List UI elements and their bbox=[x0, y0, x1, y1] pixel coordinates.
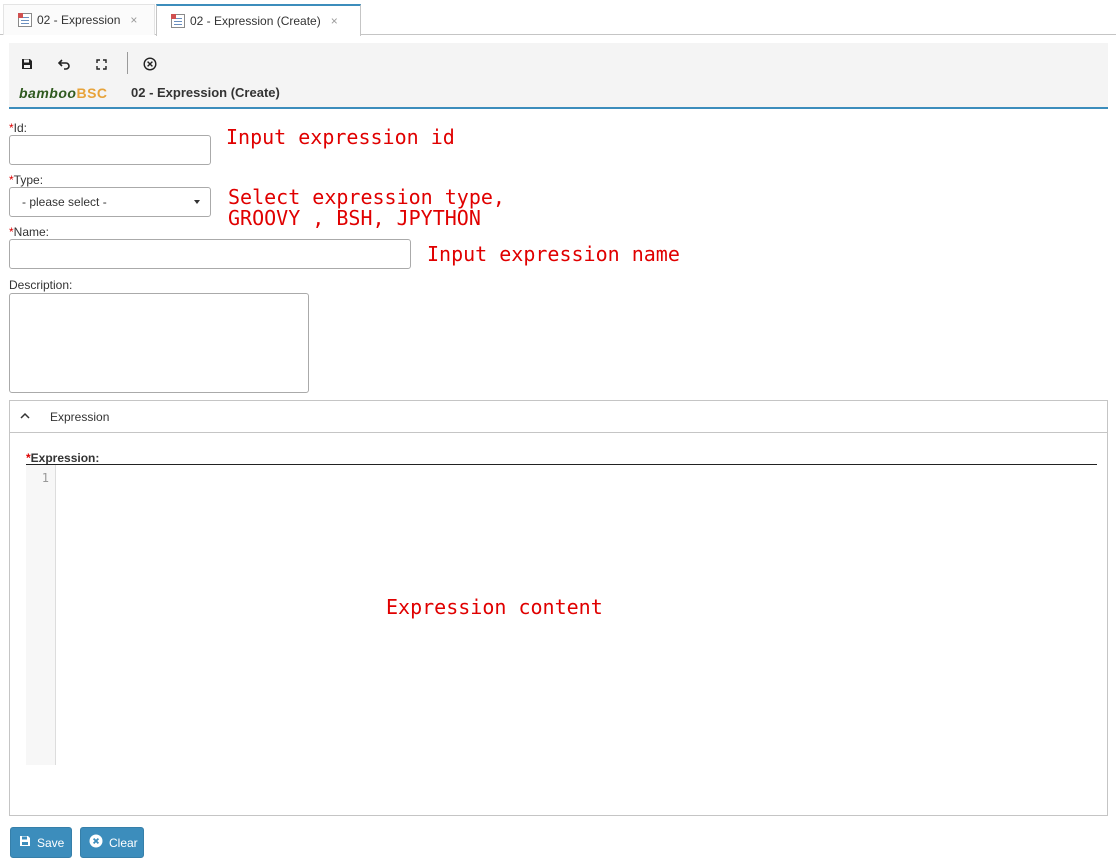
close-circle-icon[interactable] bbox=[139, 53, 161, 75]
save-icon[interactable] bbox=[16, 53, 38, 75]
clear-button[interactable]: Clear bbox=[80, 827, 144, 858]
type-select-value: - please select - bbox=[22, 195, 107, 209]
id-annotation: Input expression id bbox=[226, 125, 455, 149]
description-field[interactable] bbox=[9, 293, 309, 393]
close-icon[interactable]: × bbox=[130, 13, 137, 27]
chevron-up-icon[interactable] bbox=[20, 411, 30, 422]
line-number-gutter: 1 bbox=[26, 465, 56, 765]
tab-expression[interactable]: 02 - Expression × bbox=[3, 4, 155, 35]
tab-label: 02 - Expression bbox=[37, 13, 121, 27]
name-label: *Name: bbox=[9, 225, 50, 239]
page-title: 02 - Expression (Create) bbox=[131, 85, 280, 100]
document-icon bbox=[18, 13, 32, 27]
document-icon bbox=[171, 14, 185, 28]
name-field[interactable] bbox=[9, 239, 411, 269]
type-label: *Type: bbox=[9, 173, 44, 187]
save-button[interactable]: Save bbox=[10, 827, 72, 858]
expression-panel-title: Expression bbox=[50, 409, 110, 424]
save-icon bbox=[19, 835, 31, 850]
type-annotation-line1: Select expression type, bbox=[228, 185, 505, 209]
id-label: *Id: bbox=[9, 121, 28, 135]
undo-icon[interactable] bbox=[53, 53, 75, 75]
chevron-down-icon bbox=[194, 200, 200, 204]
tab-expression-create[interactable]: 02 - Expression (Create) × bbox=[156, 4, 361, 36]
toolbar-divider bbox=[127, 52, 128, 74]
type-select[interactable]: - please select - bbox=[9, 187, 211, 217]
type-annotation-line2: GROOVY , BSH, JPYTHON bbox=[228, 206, 481, 230]
id-field[interactable] bbox=[9, 135, 211, 165]
clear-button-label: Clear bbox=[109, 835, 138, 850]
save-button-label: Save bbox=[37, 835, 65, 850]
close-icon[interactable]: × bbox=[331, 14, 338, 28]
tab-bar: 02 - Expression × 02 - Expression (Creat… bbox=[0, 0, 1116, 36]
expression-panel-header[interactable]: Expression bbox=[10, 401, 1107, 433]
close-circle-icon bbox=[89, 834, 103, 851]
fullscreen-icon[interactable] bbox=[90, 53, 112, 75]
line-number: 1 bbox=[41, 471, 49, 485]
description-label: Description: bbox=[9, 278, 73, 292]
expression-label: *Expression: bbox=[26, 451, 100, 465]
name-annotation: Input expression name bbox=[427, 242, 680, 266]
brand-logo: bambooBSC bbox=[19, 85, 108, 101]
tab-label: 02 - Expression (Create) bbox=[190, 14, 321, 28]
content-annotation: Expression content bbox=[386, 595, 603, 619]
toolbar-panel: bambooBSC 02 - Expression (Create) bbox=[9, 43, 1108, 109]
